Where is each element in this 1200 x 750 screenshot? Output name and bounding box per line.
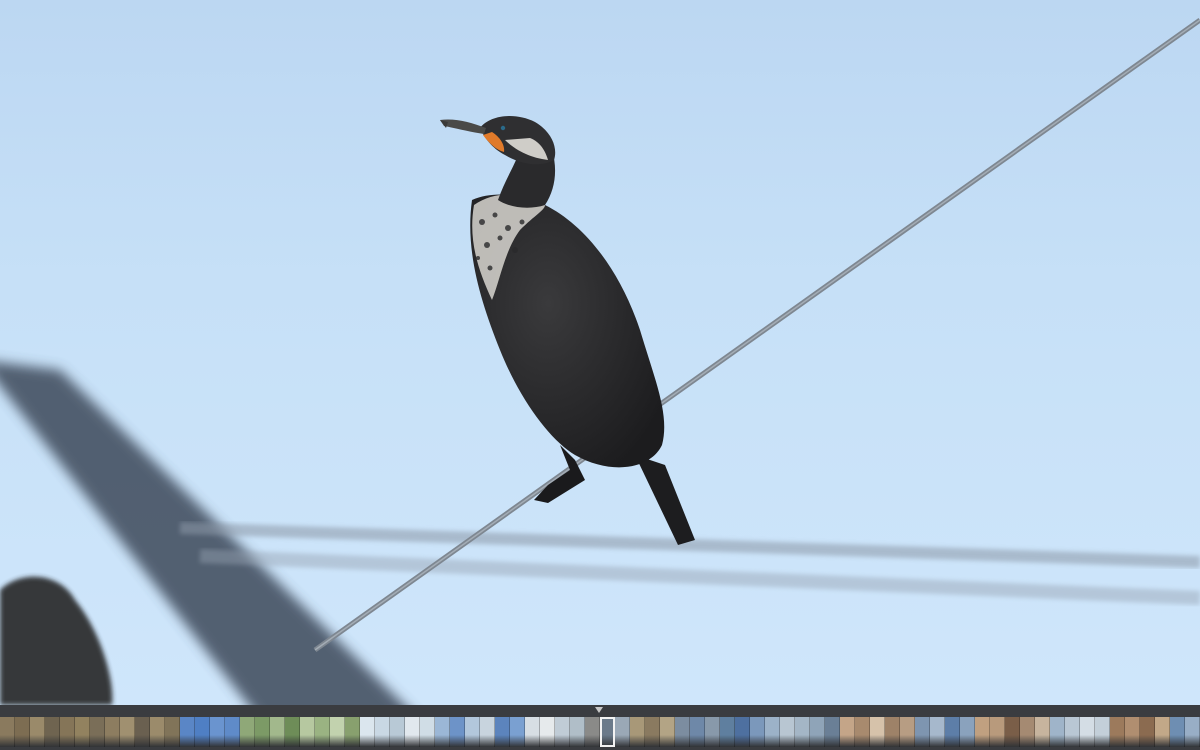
filmstrip-thumbnail[interactable]	[555, 717, 570, 747]
filmstrip-thumbnail[interactable]	[585, 717, 600, 747]
filmstrip-thumbnail[interactable]	[1065, 717, 1080, 747]
filmstrip-thumbnail[interactable]	[615, 717, 630, 747]
filmstrip-thumbnail[interactable]	[420, 717, 435, 747]
filmstrip-thumbnail[interactable]	[1140, 717, 1155, 747]
filmstrip-thumbnail[interactable]	[345, 717, 360, 747]
filmstrip-thumbnail[interactable]	[1155, 717, 1170, 747]
filmstrip-thumbnail[interactable]	[900, 717, 915, 747]
filmstrip-thumbnail[interactable]	[1035, 717, 1050, 747]
filmstrip-thumbnail[interactable]	[495, 717, 510, 747]
filmstrip-thumbnail[interactable]	[825, 717, 840, 747]
filmstrip-thumbnail[interactable]	[945, 717, 960, 747]
photo-canvas	[0, 17, 1200, 705]
filmstrip-thumbnail[interactable]	[105, 717, 120, 747]
filmstrip-thumbnail[interactable]	[255, 717, 270, 747]
filmstrip-thumbnail[interactable]	[1095, 717, 1110, 747]
filmstrip-thumbnail[interactable]	[330, 717, 345, 747]
filmstrip-thumbnail[interactable]	[75, 717, 90, 747]
filmstrip-thumbnail[interactable]	[150, 717, 165, 747]
filmstrip-thumbnail[interactable]	[405, 717, 420, 747]
filmstrip-thumbnail[interactable]	[510, 717, 525, 747]
filmstrip	[0, 705, 1200, 750]
filmstrip-thumbnail[interactable]	[45, 717, 60, 747]
filmstrip-thumbnail[interactable]	[135, 717, 150, 747]
filmstrip-thumbnail[interactable]	[165, 717, 180, 747]
filmstrip-thumbnail[interactable]	[975, 717, 990, 747]
filmstrip-thumbnail[interactable]	[30, 717, 45, 747]
filmstrip-thumbnail[interactable]	[360, 717, 375, 747]
filmstrip-thumbnail[interactable]	[720, 717, 735, 747]
filmstrip-thumbnail[interactable]	[480, 717, 495, 747]
filmstrip-thumbnail[interactable]	[180, 717, 195, 747]
image-viewer	[0, 0, 1200, 750]
filmstrip-thumbnail[interactable]	[690, 717, 705, 747]
filmstrip-thumbnail[interactable]	[810, 717, 825, 747]
filmstrip-thumbnail[interactable]	[570, 717, 585, 747]
filmstrip-thumbnail[interactable]	[285, 717, 300, 747]
filmstrip-thumbnail[interactable]	[390, 717, 405, 747]
filmstrip-thumbnail[interactable]	[90, 717, 105, 747]
filmstrip-thumbnail[interactable]	[225, 717, 240, 747]
filmstrip-thumbnail[interactable]	[915, 717, 930, 747]
filmstrip-thumbnail[interactable]	[465, 717, 480, 747]
filmstrip-thumbnail[interactable]	[960, 717, 975, 747]
filmstrip-thumbnail[interactable]	[120, 717, 135, 747]
filmstrip-thumbnail[interactable]	[645, 717, 660, 747]
filmstrip-thumbnail[interactable]	[1080, 717, 1095, 747]
current-position-marker	[595, 707, 603, 713]
filmstrip-thumbnail[interactable]	[540, 717, 555, 747]
filmstrip-thumbnail[interactable]	[1110, 717, 1125, 747]
filmstrip-thumbnail[interactable]	[705, 717, 720, 747]
filmstrip-thumbnail[interactable]	[630, 717, 645, 747]
filmstrip-thumbnail[interactable]	[675, 717, 690, 747]
filmstrip-thumbnail[interactable]	[1020, 717, 1035, 747]
main-photo[interactable]	[0, 0, 1200, 705]
filmstrip-thumbnail[interactable]	[0, 717, 15, 747]
filmstrip-thumbnail[interactable]	[735, 717, 750, 747]
filmstrip-thumbnail[interactable]	[315, 717, 330, 747]
filmstrip-thumbnail[interactable]	[435, 717, 450, 747]
filmstrip-thumbnail[interactable]	[450, 717, 465, 747]
filmstrip-thumbnail[interactable]	[300, 717, 315, 747]
filmstrip-thumbnail[interactable]	[1005, 717, 1020, 747]
cormorant	[440, 116, 695, 545]
filmstrip-thumbnail[interactable]	[765, 717, 780, 747]
filmstrip-thumbnail[interactable]	[990, 717, 1005, 747]
blurred-bird-bottom-left	[0, 576, 113, 705]
filmstrip-thumbnail[interactable]	[930, 717, 945, 747]
filmstrip-thumbnail[interactable]	[660, 717, 675, 747]
filmstrip-thumbnail[interactable]	[840, 717, 855, 747]
filmstrip-thumbnail[interactable]	[375, 717, 390, 747]
filmstrip-thumbnail[interactable]	[270, 717, 285, 747]
filmstrip-thumbnail[interactable]	[240, 717, 255, 747]
filmstrip-thumbnail[interactable]	[195, 717, 210, 747]
filmstrip-thumbnail[interactable]	[780, 717, 795, 747]
filmstrip-thumbnail[interactable]	[885, 717, 900, 747]
filmstrip-thumbnail[interactable]	[1125, 717, 1140, 747]
filmstrip-thumbnail[interactable]	[855, 717, 870, 747]
filmstrip-thumbnail[interactable]	[60, 717, 75, 747]
filmstrip-thumbnail[interactable]	[750, 717, 765, 747]
filmstrip-thumbnail[interactable]	[1050, 717, 1065, 747]
filmstrip-thumbnail-current[interactable]	[600, 717, 615, 747]
filmstrip-thumbnail[interactable]	[210, 717, 225, 747]
filmstrip-thumbnail[interactable]	[795, 717, 810, 747]
filmstrip-track	[0, 717, 1200, 747]
filmstrip-thumbnail[interactable]	[15, 717, 30, 747]
filmstrip-thumbnail[interactable]	[525, 717, 540, 747]
filmstrip-thumbnail[interactable]	[870, 717, 885, 747]
filmstrip-thumbnail[interactable]	[1170, 717, 1185, 747]
filmstrip-thumbnail[interactable]	[1185, 717, 1200, 747]
